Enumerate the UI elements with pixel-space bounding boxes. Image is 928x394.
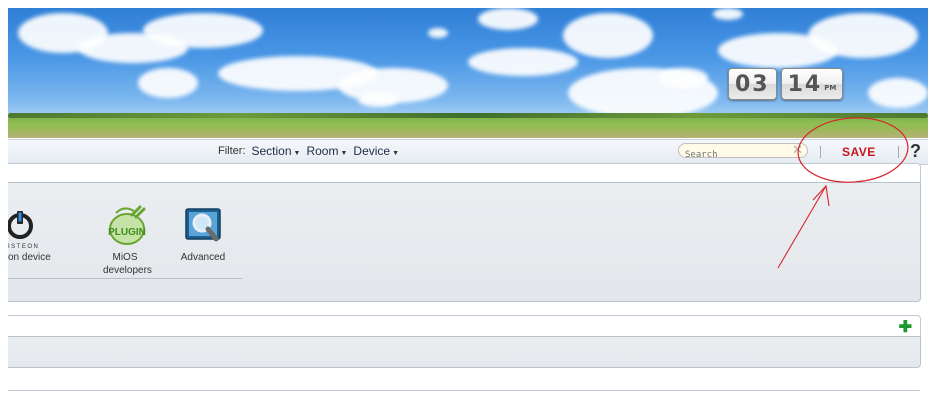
device-item-advanced[interactable]: Advanced xyxy=(164,203,242,278)
divider xyxy=(820,146,821,158)
grass-field xyxy=(8,113,928,138)
device-item-insteon[interactable]: ISTEON on device xyxy=(7,203,86,278)
scenes-panel-header: ✚ xyxy=(8,315,921,337)
filter-label: Filter: xyxy=(218,145,246,157)
device-label: on device xyxy=(8,252,51,263)
clock: 03 14 PM xyxy=(728,68,844,100)
section-dropdown-label: Section xyxy=(251,144,292,158)
filter-group: Filter: Section ▼ Room ▼ Device ▼ xyxy=(218,144,399,158)
device-label: Advanced xyxy=(180,252,226,263)
device-dropdown-label: Device xyxy=(353,144,391,158)
section-dropdown[interactable]: Section ▼ xyxy=(252,144,301,158)
scenes-panel xyxy=(8,336,921,368)
clock-minutes-box: 14 PM xyxy=(780,68,844,100)
search-box: ✕ xyxy=(678,142,808,162)
device-dropdown[interactable]: Device ▼ xyxy=(353,144,399,158)
device-item-plugin[interactable]: PLUGIN MiOS developers xyxy=(86,203,164,278)
chevron-down-icon: ▼ xyxy=(392,150,400,157)
insteon-logo-text: ISTEON xyxy=(8,244,39,250)
devices-panel: ISTEON on device PLUGIN MiOS developers xyxy=(7,182,921,302)
filter-bar: Filter: Section▼ Room▼ Device▼ ✕ SAVE ? xyxy=(8,139,928,165)
insteon-power-icon: ISTEON xyxy=(7,211,39,250)
clear-search-icon[interactable]: ✕ xyxy=(792,142,803,158)
clock-ampm: PM xyxy=(824,84,837,92)
chevron-down-icon: ▼ xyxy=(293,150,301,157)
plugin-logo-text: PLUGIN xyxy=(108,227,146,238)
device-label: MiOS developers xyxy=(103,252,152,276)
divider xyxy=(898,146,899,158)
device-list: ISTEON on device PLUGIN MiOS developers xyxy=(7,203,242,279)
magnifier-monitor-icon xyxy=(185,208,221,242)
room-dropdown-label: Room xyxy=(306,144,339,158)
plugin-icon: PLUGIN xyxy=(108,205,146,245)
search-input[interactable] xyxy=(679,148,793,162)
panel-divider xyxy=(8,390,920,394)
chevron-down-icon: ▼ xyxy=(340,150,348,157)
add-icon[interactable]: ✚ xyxy=(899,317,912,337)
clock-minutes: 14 xyxy=(787,71,823,97)
devices-panel-header xyxy=(8,163,921,183)
clock-hours: 03 xyxy=(728,68,777,100)
save-button[interactable]: SAVE xyxy=(842,145,876,159)
room-dropdown[interactable]: Room ▼ xyxy=(306,144,347,158)
help-icon[interactable]: ? xyxy=(910,141,921,162)
header-banner: 03 14 PM xyxy=(8,8,928,138)
